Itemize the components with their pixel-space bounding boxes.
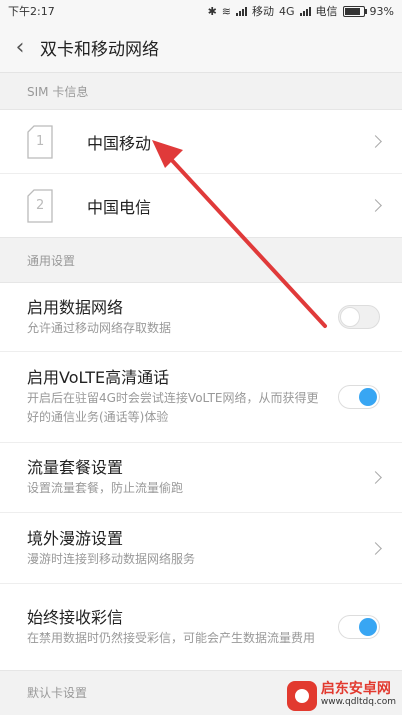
app-header: ‹ 双卡和移动网络 bbox=[0, 22, 402, 73]
setting-row-volte[interactable]: 启用VoLTE高清通话 开启后在驻留4G时会尝试连接VoLTE网络，从而获得更好… bbox=[0, 351, 402, 442]
bluetooth-icon: ✱ bbox=[207, 4, 217, 18]
setting-title: 流量套餐设置 bbox=[27, 458, 124, 477]
sim-card-list: 1 中国移动 2 中国电信 bbox=[0, 109, 402, 238]
sim-slot-number: 1 bbox=[36, 133, 45, 149]
chevron-right-icon bbox=[369, 471, 382, 484]
setting-row-mms[interactable]: 始终接收彩信 在禁用数据时仍然接受彩信，可能会产生数据流量费用 bbox=[0, 583, 402, 670]
battery-percent: 93% bbox=[369, 4, 394, 18]
sim-card-icon: 1 bbox=[27, 124, 53, 159]
setting-title: 始终接收彩信 bbox=[27, 607, 124, 627]
mms-toggle[interactable] bbox=[338, 615, 380, 639]
toggle-knob bbox=[340, 307, 360, 327]
watermark: 启东安卓网 www.qdltdq.com bbox=[286, 681, 396, 711]
watermark-name: 启东安卓网 bbox=[320, 681, 391, 697]
sim-slot-number: 2 bbox=[36, 197, 45, 213]
sim-card-row-1[interactable]: 1 中国移动 bbox=[0, 110, 402, 173]
carrier-2: 电信 bbox=[315, 5, 338, 18]
setting-description: 在禁用数据时仍然接受彩信，可能会产生数据流量费用 bbox=[27, 630, 316, 645]
carrier-1: 移动 bbox=[252, 5, 275, 18]
page-title: 双卡和移动网络 bbox=[40, 39, 159, 60]
sim-card-icon: 2 bbox=[27, 188, 53, 223]
network-type: 4G bbox=[279, 4, 295, 18]
setting-row-roaming[interactable]: 境外漫游设置 漫游时连接到移动数据网络服务 bbox=[0, 512, 402, 583]
chevron-right-icon bbox=[369, 199, 382, 212]
signal-icon-2 bbox=[299, 6, 311, 16]
setting-row-data-plan[interactable]: 流量套餐设置 设置流量套餐，防止流量偷跑 bbox=[0, 442, 402, 512]
toggle-knob bbox=[359, 618, 377, 636]
setting-description: 开启后在驻留4G时会尝试连接VoLTE网络，从而获得更好的通信业务(通话等)体验 bbox=[27, 391, 319, 424]
setting-title: 境外漫游设置 bbox=[27, 528, 124, 548]
status-icons: ✱ ≋ 移动 4G 电信 93% bbox=[208, 3, 394, 19]
general-settings-list: 启用数据网络 允许通过移动网络存取数据 启用VoLTE高清通话 开启后在驻留4G… bbox=[0, 282, 402, 671]
setting-title: 启用VoLTE高清通话 bbox=[27, 368, 170, 387]
section-label-sim: SIM 卡信息 bbox=[0, 73, 402, 109]
chevron-right-icon bbox=[369, 541, 382, 555]
status-time: 下午2:17 bbox=[8, 5, 55, 18]
chevron-right-icon bbox=[369, 135, 382, 148]
watermark-logo-icon bbox=[286, 681, 317, 711]
back-arrow-icon[interactable]: ‹ bbox=[0, 35, 40, 60]
wifi-icon: ≋ bbox=[221, 4, 232, 18]
section-label-general: 通用设置 bbox=[0, 238, 402, 282]
setting-title: 启用数据网络 bbox=[27, 297, 124, 317]
status-bar: 下午2:17 ✱ ≋ 移动 4G 电信 93% bbox=[0, 0, 402, 22]
setting-description: 允许通过移动网络存取数据 bbox=[27, 320, 172, 335]
toggle-knob bbox=[359, 388, 377, 406]
sim-card-row-2[interactable]: 2 中国电信 bbox=[0, 173, 402, 237]
setting-description: 设置流量套餐，防止流量偷跑 bbox=[27, 481, 184, 495]
battery-icon bbox=[342, 5, 367, 17]
watermark-url: www.qdltdq.com bbox=[320, 697, 396, 707]
signal-icon-1 bbox=[236, 6, 248, 16]
sim-card-name: 中国电信 bbox=[87, 197, 152, 217]
setting-row-data-network[interactable]: 启用数据网络 允许通过移动网络存取数据 bbox=[0, 283, 402, 351]
sim-card-name: 中国移动 bbox=[87, 133, 152, 153]
setting-description: 漫游时连接到移动数据网络服务 bbox=[27, 551, 196, 566]
data-network-toggle[interactable] bbox=[338, 305, 380, 329]
volte-toggle[interactable] bbox=[338, 385, 380, 409]
